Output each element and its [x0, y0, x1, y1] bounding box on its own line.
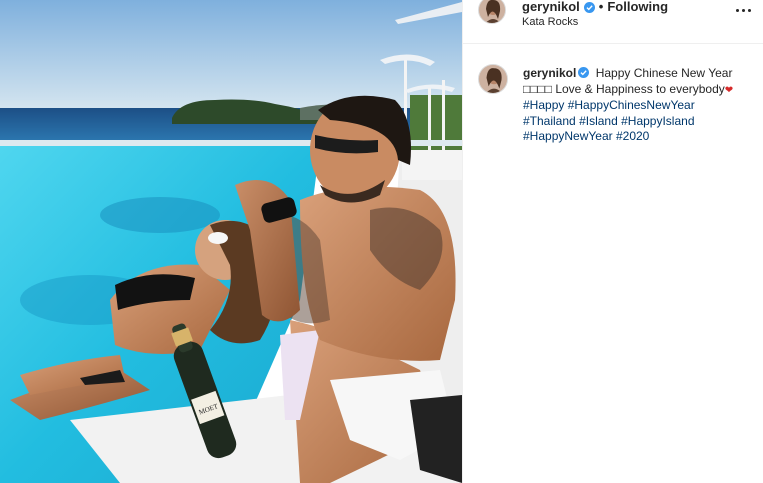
more-options-icon[interactable]	[735, 4, 753, 18]
hashtag-link[interactable]: #HappyIsland	[621, 114, 694, 128]
verified-badge-icon	[583, 1, 595, 13]
heart-emoji: ❤	[724, 84, 734, 96]
caption-username[interactable]: gerynikol	[523, 66, 576, 80]
separator-dot: •	[598, 0, 604, 14]
hashtag-link[interactable]: #Thailand	[523, 114, 576, 128]
hashtag-link[interactable]: #HappyChinesNewYear	[568, 98, 695, 112]
location-link[interactable]: Kata Rocks	[522, 15, 742, 29]
caption-line-1: Happy Chinese New Year	[595, 66, 733, 80]
post-image: MOET	[0, 0, 462, 483]
post-photo[interactable]: MOET	[0, 0, 462, 483]
following-button[interactable]: Following	[607, 0, 668, 14]
caption-line-2: □□□□ Love & Happiness to everybody	[523, 81, 725, 96]
hashtag-link[interactable]: #Island	[579, 114, 618, 128]
post-sidebar: gerynikol • Following Kata Rocks gerynik…	[462, 0, 763, 483]
header-row: gerynikol • Following	[522, 0, 742, 14]
hashtag-link[interactable]: #Happy	[523, 98, 564, 112]
caption-verified-badge-icon	[578, 67, 590, 78]
author-avatar[interactable]	[478, 0, 506, 24]
author-username[interactable]: gerynikol	[522, 0, 580, 14]
caption-text: gerynikol Happy Chinese New Year □□□□ Lo…	[523, 66, 748, 145]
post-header: gerynikol • Following Kata Rocks	[463, 0, 763, 44]
caption-avatar[interactable]	[478, 64, 508, 94]
header-text: gerynikol • Following Kata Rocks	[522, 0, 742, 29]
hashtag-link[interactable]: #2020	[616, 129, 649, 143]
hashtag-link[interactable]: #HappyNewYear	[523, 129, 613, 143]
